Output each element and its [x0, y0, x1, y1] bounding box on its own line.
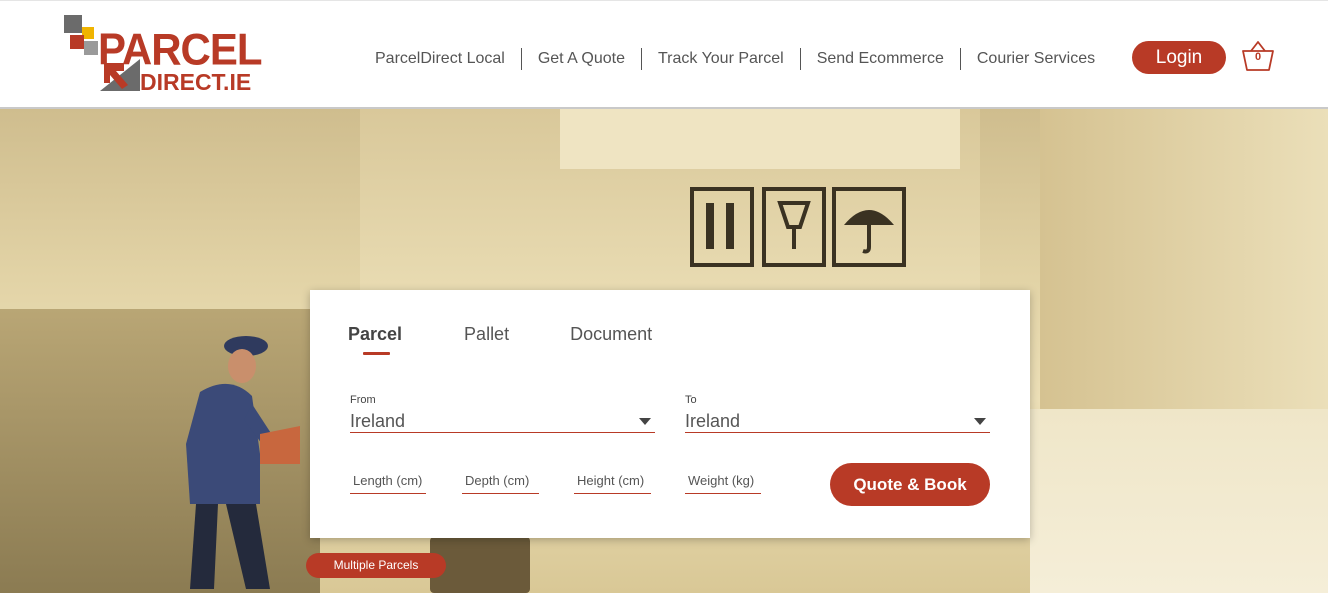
- hero-keyboard: [1030, 409, 1328, 593]
- logo-text-direct: DIRECT.IE: [140, 69, 252, 95]
- cart-count: 0: [1254, 51, 1262, 63]
- chevron-down-icon: [639, 418, 651, 425]
- nav-courier-services[interactable]: Courier Services: [959, 48, 1111, 70]
- cart-button[interactable]: 0: [1240, 39, 1276, 73]
- nav-send-ecommerce[interactable]: Send Ecommerce: [799, 48, 960, 70]
- quote-and-book-button[interactable]: Quote & Book: [830, 463, 990, 506]
- from-country-value: Ireland: [350, 411, 406, 431]
- nav-parceldirect-local[interactable]: ParcelDirect Local: [359, 48, 521, 70]
- from-country-select[interactable]: Ireland: [350, 403, 655, 433]
- login-button[interactable]: Login: [1132, 41, 1226, 74]
- weight-input[interactable]: [685, 468, 761, 494]
- to-country-value: Ireland: [685, 411, 741, 431]
- fragile-symbols-icon: [690, 187, 906, 267]
- hero-box-lid: [560, 109, 960, 169]
- logo-square-red: [70, 35, 84, 49]
- logo-square-gray: [84, 41, 98, 55]
- nav-track-your-parcel[interactable]: Track Your Parcel: [641, 48, 800, 70]
- site-header: PARCEL DIRECT.IE ParcelDirect Local Get …: [0, 0, 1328, 109]
- height-input[interactable]: [574, 468, 651, 494]
- logo-square-dark: [64, 15, 82, 33]
- tab-pallet[interactable]: Pallet: [464, 324, 509, 345]
- main-nav: ParcelDirect Local Get A Quote Track You…: [359, 47, 1111, 71]
- tab-document[interactable]: Document: [570, 324, 652, 345]
- tab-parcel[interactable]: Parcel: [348, 324, 402, 345]
- nav-get-a-quote[interactable]: Get A Quote: [520, 48, 641, 70]
- hero-box-right: [1040, 109, 1328, 409]
- chevron-down-icon: [974, 418, 986, 425]
- logo-text-parcel: PARCEL: [98, 24, 263, 75]
- to-country-select[interactable]: Ireland: [685, 403, 990, 433]
- figurine-image: [186, 336, 300, 589]
- length-input[interactable]: [350, 468, 426, 494]
- quote-form-card: Parcel Pallet Document From Ireland To I…: [310, 290, 1030, 538]
- multiple-parcels-button[interactable]: Multiple Parcels: [306, 553, 446, 578]
- parceldirect-logo[interactable]: PARCEL DIRECT.IE: [64, 15, 264, 97]
- active-tab-indicator: [363, 352, 390, 355]
- shipment-type-tabs: Parcel Pallet Document: [348, 324, 652, 345]
- depth-input[interactable]: [462, 468, 539, 494]
